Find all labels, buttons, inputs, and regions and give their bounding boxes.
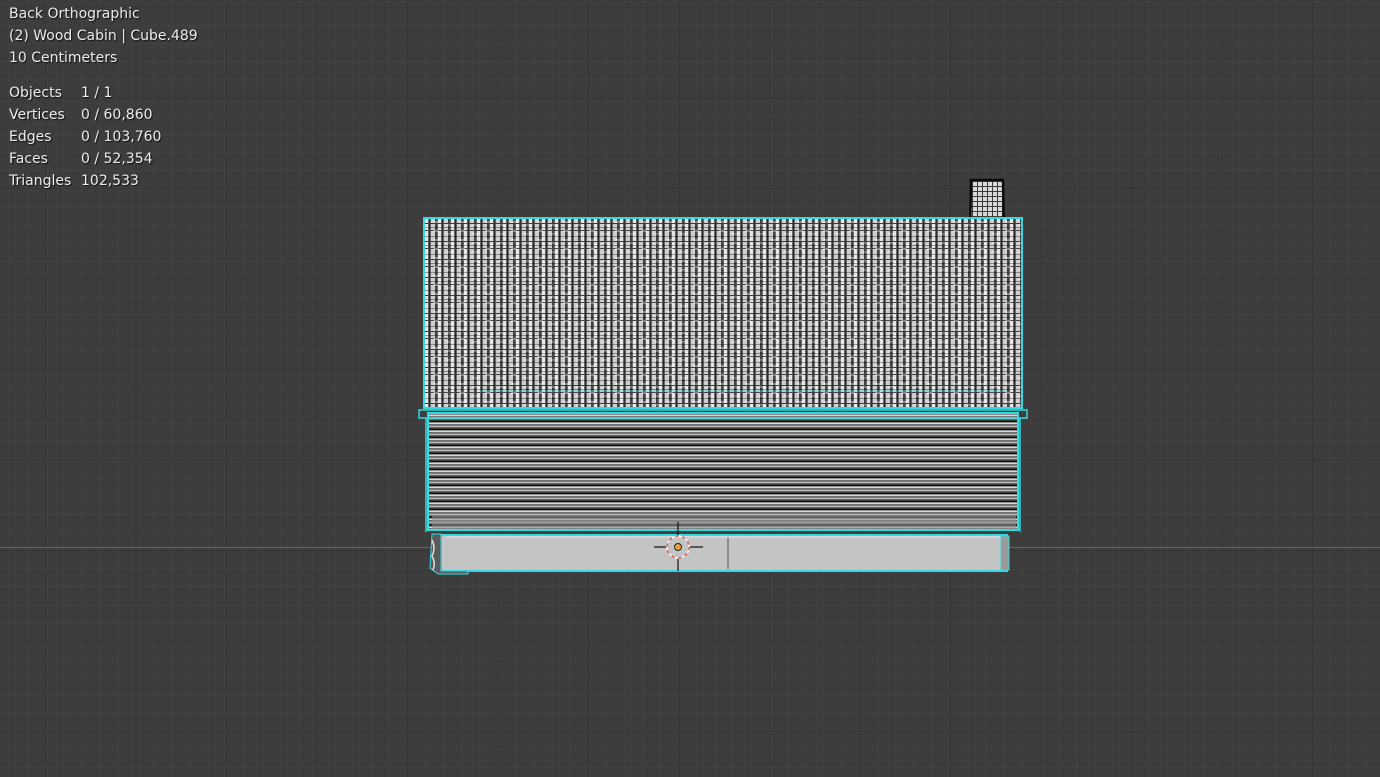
stat-value: 0 / 52,354 [81, 151, 153, 167]
object-origin-icon [674, 543, 682, 551]
stat-value: 0 / 103,760 [81, 129, 162, 145]
log-wall [418, 409, 1028, 532]
grid-scale: 10 Centimeters [9, 50, 118, 66]
stat-label: Faces [9, 151, 48, 167]
stat-faces: Faces 0 / 52,354 [9, 148, 198, 170]
stat-objects: Objects 1 / 1 [9, 82, 198, 104]
viewport-text-overlay: Back Orthographic (2) Wood Cabin | Cube.… [9, 3, 198, 192]
stat-edges: Edges 0 / 103,760 [9, 126, 198, 148]
view-name: Back Orthographic [9, 6, 140, 22]
stat-label: Edges [9, 129, 52, 145]
wood-cabin-mesh[interactable] [0, 0, 1380, 777]
stat-triangles: Triangles 102,533 [9, 170, 198, 192]
stat-value: 1 / 1 [81, 85, 113, 101]
stat-value: 102,533 [81, 173, 139, 189]
stat-label: Vertices [9, 107, 65, 123]
statistics-panel: Objects 1 / 1 Vertices 0 / 60,860 Edges … [9, 82, 198, 192]
stat-label: Objects [9, 85, 62, 101]
stat-value: 0 / 60,860 [81, 107, 153, 123]
foundation [429, 533, 1010, 575]
stat-label: Triangles [9, 173, 72, 189]
object-info: (2) Wood Cabin | Cube.489 [9, 28, 198, 44]
3d-viewport[interactable]: Back Orthographic (2) Wood Cabin | Cube.… [0, 0, 1380, 777]
stat-vertices: Vertices 0 / 60,860 [9, 104, 198, 126]
roof [423, 217, 1023, 409]
